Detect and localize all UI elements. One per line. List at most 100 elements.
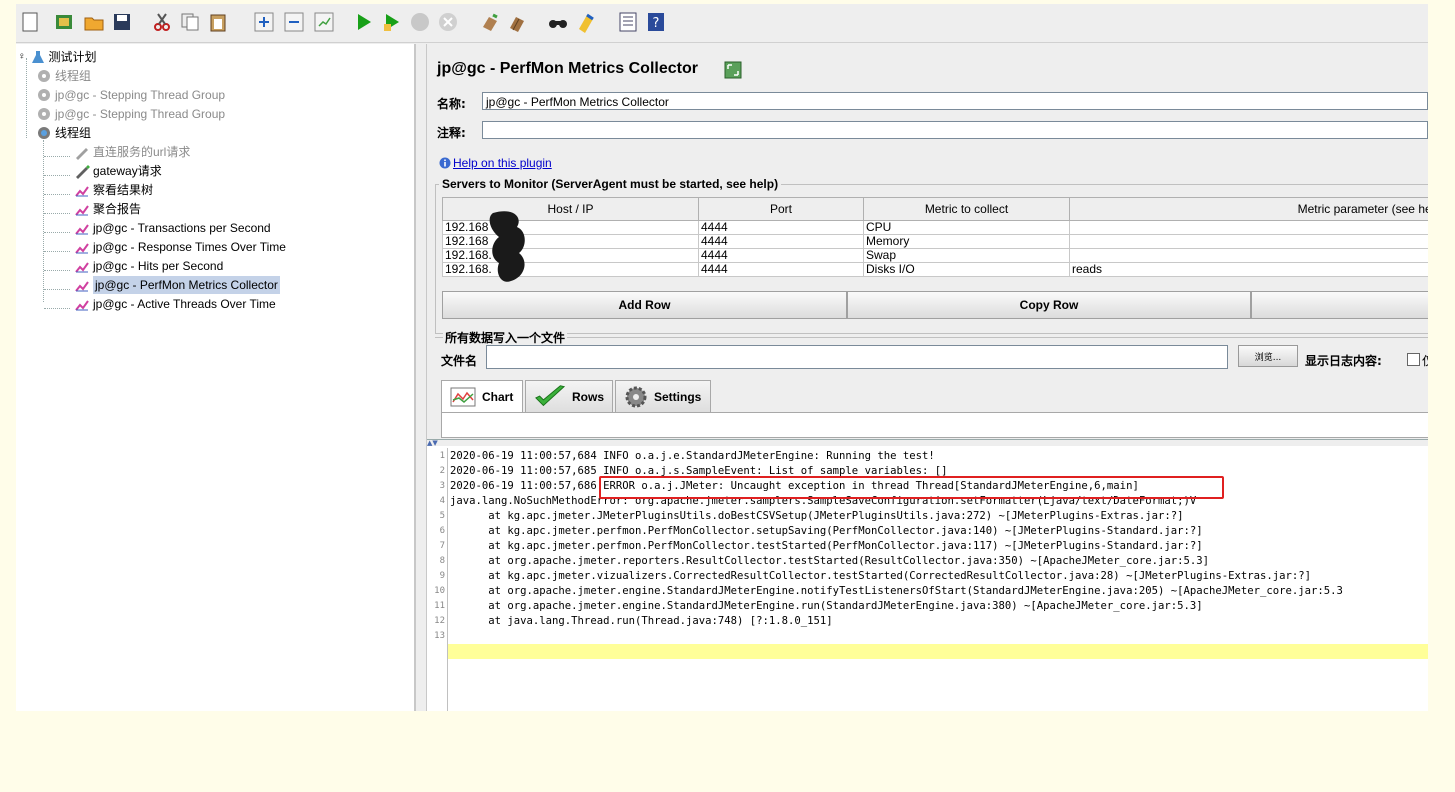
test-plan-tree: ♀ 测试计划 线程组 jp@gc - Stepping Thread Group…: [16, 44, 415, 711]
table-row[interactable]: 192.168. 4444 Disks I/O reads: [442, 262, 1428, 277]
tree-item-perfmon-metrics-collector[interactable]: jp@gc - PerfMon Metrics Collector: [74, 276, 280, 294]
comment-field[interactable]: [482, 121, 1428, 139]
chart-icon: [450, 387, 476, 406]
tree-item-thread-group-1[interactable]: 线程组: [36, 67, 91, 85]
copy-icon[interactable]: [178, 10, 202, 34]
log-errors-checkbox[interactable]: [1407, 353, 1420, 366]
metric-cell[interactable]: Disks I/O: [863, 262, 1070, 277]
host-cell[interactable]: 192.168: [442, 234, 699, 249]
tree-item-aggregate-report[interactable]: 聚合报告: [74, 200, 141, 218]
toolbar: ?: [16, 4, 1428, 43]
param-cell[interactable]: [1069, 234, 1428, 249]
split-pane-divider[interactable]: [415, 44, 427, 711]
log-line: at kg.apc.jmeter.perfmon.PerfMonCollecto…: [450, 540, 1203, 552]
table-row[interactable]: 192.168 4444 Memory: [442, 234, 1428, 249]
metric-cell[interactable]: Memory: [863, 234, 1070, 249]
tree-item-response-times-over-time[interactable]: jp@gc - Response Times Over Time: [74, 238, 286, 256]
comment-label: 注释:: [437, 126, 466, 140]
gear-icon: [38, 108, 50, 120]
clear-all-icon[interactable]: [506, 10, 530, 34]
port-cell[interactable]: 4444: [698, 234, 864, 249]
tab-settings[interactable]: Settings: [615, 380, 711, 412]
current-line-highlight: [448, 644, 1428, 659]
gear-icon: [38, 127, 50, 139]
file-name-input[interactable]: [486, 345, 1228, 369]
table-row[interactable]: 192.168 4444 CPU: [442, 220, 1428, 235]
function-helper-icon[interactable]: [616, 10, 640, 34]
flask-icon: [31, 51, 44, 63]
search-icon[interactable]: [546, 10, 570, 34]
add-row-button[interactable]: Add Row: [442, 291, 847, 319]
copy-row-button[interactable]: Copy Row: [847, 291, 1251, 319]
expand-panel-icon[interactable]: [724, 61, 742, 79]
templates-icon[interactable]: [52, 10, 76, 34]
cut-icon[interactable]: [150, 10, 174, 34]
port-cell[interactable]: 4444: [698, 248, 864, 263]
log-line: at kg.apc.jmeter.vizualizers.CorrectedRe…: [450, 570, 1312, 582]
component-panel: jp@gc - PerfMon Metrics Collector 名称: jp…: [427, 44, 1428, 711]
column-header-metric[interactable]: Metric to collect: [863, 197, 1070, 221]
save-icon[interactable]: [110, 10, 134, 34]
column-header-param[interactable]: Metric parameter (see help: [1069, 197, 1428, 221]
expand-toggle-icon[interactable]: ♀: [18, 48, 26, 66]
tree-item-stepping-thread-group-1[interactable]: jp@gc - Stepping Thread Group: [36, 86, 225, 104]
browse-button[interactable]: 浏览...: [1238, 345, 1298, 367]
port-cell[interactable]: 4444: [698, 262, 864, 277]
host-cell[interactable]: 192.168: [442, 220, 699, 235]
name-field[interactable]: jp@gc - PerfMon Metrics Collector: [482, 92, 1428, 110]
start-no-pauses-icon[interactable]: [380, 10, 404, 34]
expand-all-icon[interactable]: [252, 10, 276, 34]
delete-row-button[interactable]: D: [1251, 291, 1428, 319]
tree-item-thread-group-2[interactable]: 线程组: [36, 124, 91, 142]
tab-rows[interactable]: Rows: [525, 380, 613, 412]
log-line: at kg.apc.jmeter.perfmon.PerfMonCollecto…: [450, 525, 1203, 537]
metric-cell[interactable]: CPU: [863, 220, 1070, 235]
split-collapse-arrows[interactable]: ▲▼: [427, 440, 1428, 447]
pipette-icon: [76, 165, 90, 179]
info-icon: [439, 157, 451, 169]
param-cell[interactable]: [1069, 248, 1428, 263]
tree-item-stepping-thread-group-2[interactable]: jp@gc - Stepping Thread Group: [36, 105, 225, 123]
gear-icon: [625, 386, 647, 407]
line-number: 4: [439, 496, 445, 506]
reset-search-icon[interactable]: [574, 10, 598, 34]
table-row[interactable]: 192.168. 4444 Swap: [442, 248, 1428, 263]
tab-chart[interactable]: Chart: [441, 380, 523, 412]
tree-item-gateway-request[interactable]: gateway请求: [74, 162, 162, 180]
stop-icon[interactable]: [408, 10, 432, 34]
gear-icon: [38, 70, 50, 82]
open-folder-icon[interactable]: [82, 10, 106, 34]
tree-item-test-plan[interactable]: ♀ 测试计划: [18, 48, 97, 66]
param-cell[interactable]: reads: [1069, 262, 1428, 277]
table-buttons: Add Row Copy Row D: [442, 291, 1428, 321]
log-line: 2020-06-19 11:00:57,684 INFO o.a.j.e.Sta…: [450, 450, 935, 462]
toggle-icon[interactable]: [312, 10, 336, 34]
line-number: 10: [434, 586, 445, 596]
line-number: 12: [434, 616, 445, 626]
tree-item-active-threads-over-time[interactable]: jp@gc - Active Threads Over Time: [74, 295, 276, 313]
column-header-host[interactable]: Host / IP: [442, 197, 699, 221]
clear-icon[interactable]: [478, 10, 502, 34]
tree-item-transactions-per-second[interactable]: jp@gc - Transactions per Second: [74, 219, 271, 237]
help-link[interactable]: Help on this plugin: [439, 156, 552, 170]
column-header-port[interactable]: Port: [698, 197, 864, 221]
tree-item-view-results-tree[interactable]: 察看结果树: [74, 181, 153, 199]
param-cell[interactable]: [1069, 220, 1428, 235]
tree-item-hits-per-second[interactable]: jp@gc - Hits per Second: [74, 257, 223, 275]
start-icon[interactable]: [352, 10, 376, 34]
line-number: 5: [439, 511, 445, 521]
help-icon[interactable]: ?: [644, 10, 668, 34]
log-line: at kg.apc.jmeter.JMeterPluginsUtils.doBe…: [450, 510, 1184, 522]
metric-cell[interactable]: Swap: [863, 248, 1070, 263]
shutdown-icon[interactable]: [436, 10, 460, 34]
collapse-all-icon[interactable]: [282, 10, 306, 34]
file-group-title: 所有数据写入一个文件: [443, 329, 568, 346]
host-cell[interactable]: 192.168.: [442, 262, 699, 277]
tree-item-direct-url-request[interactable]: 直连服务的url请求: [74, 143, 190, 161]
new-file-icon[interactable]: [18, 10, 42, 34]
redaction-mark: [489, 211, 525, 282]
log-viewer[interactable]: ▲▼ 1 2 3 4 5 6 7 8 9 10 11 12 13 2020-06…: [427, 439, 1428, 711]
port-cell[interactable]: 4444: [698, 220, 864, 235]
paste-icon[interactable]: [206, 10, 230, 34]
host-cell[interactable]: 192.168.: [442, 248, 699, 263]
